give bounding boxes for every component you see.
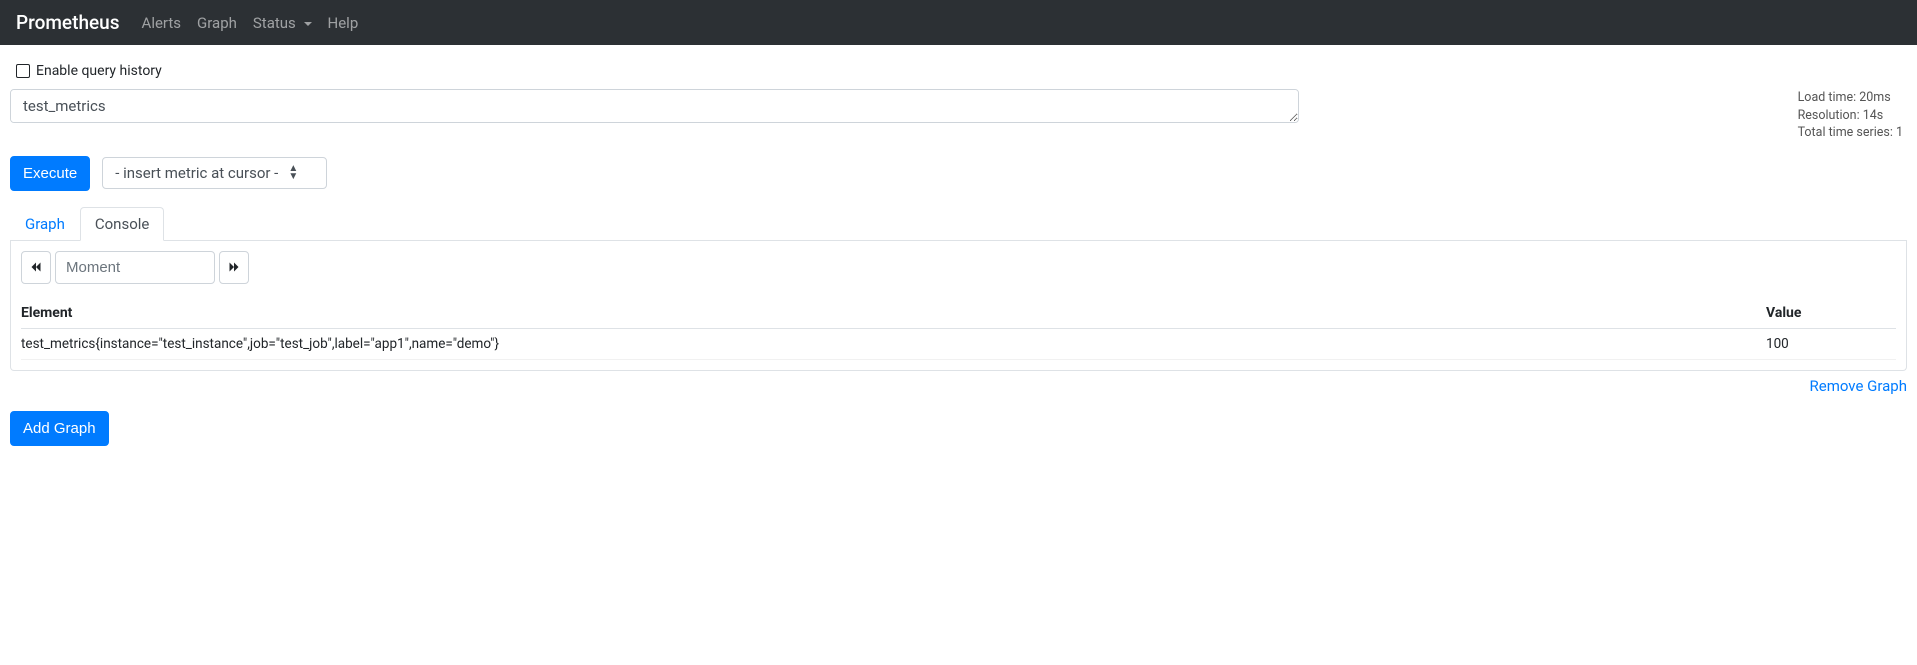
caret-down-icon xyxy=(304,22,312,26)
metric-select[interactable]: - insert metric at cursor - ▲▼ xyxy=(102,157,327,189)
double-chevron-right-icon xyxy=(228,261,240,273)
col-element: Element xyxy=(21,298,1766,329)
enable-history-label: Enable query history xyxy=(36,63,162,79)
brand[interactable]: Prometheus xyxy=(16,11,120,34)
execute-button[interactable]: Execute xyxy=(10,156,90,191)
expression-input[interactable] xyxy=(10,89,1299,123)
cell-value: 100 xyxy=(1766,328,1896,359)
cell-element: test_metrics{instance="test_instance",jo… xyxy=(21,328,1766,359)
stat-series: Total time series: 1 xyxy=(1798,124,1903,142)
double-chevron-left-icon xyxy=(30,261,42,273)
nav-alerts[interactable]: Alerts xyxy=(142,14,182,32)
nav-help[interactable]: Help xyxy=(328,14,359,32)
add-graph-button[interactable]: Add Graph xyxy=(10,411,109,446)
moment-input[interactable] xyxy=(55,251,215,284)
query-stats: Load time: 20ms Resolution: 14s Total ti… xyxy=(1798,89,1907,142)
nav-status-dropdown[interactable]: Status xyxy=(253,14,312,32)
nav-graph[interactable]: Graph xyxy=(197,14,237,32)
results-table: Element Value test_metrics{instance="tes… xyxy=(21,298,1896,360)
metric-select-label: - insert metric at cursor - xyxy=(115,164,278,182)
select-updown-icon: ▲▼ xyxy=(288,165,298,181)
nav-status-label: Status xyxy=(253,14,296,32)
tab-console[interactable]: Console xyxy=(80,207,165,241)
console-panel: Element Value test_metrics{instance="tes… xyxy=(10,241,1907,371)
col-value: Value xyxy=(1766,298,1896,329)
moment-prev-button[interactable] xyxy=(21,251,51,284)
enable-history-checkbox[interactable] xyxy=(16,64,30,78)
expression-wrapper xyxy=(10,89,1299,127)
moment-next-button[interactable] xyxy=(219,251,249,284)
navbar: Prometheus Alerts Graph Status Help xyxy=(0,0,1917,45)
stat-load-time: Load time: 20ms xyxy=(1798,89,1903,107)
table-row: test_metrics{instance="test_instance",jo… xyxy=(21,328,1896,359)
history-row: Enable query history xyxy=(12,61,1907,81)
stat-resolution: Resolution: 14s xyxy=(1798,107,1903,125)
tab-graph[interactable]: Graph xyxy=(10,207,80,241)
tabs: Graph Console xyxy=(10,207,1907,241)
remove-graph-link[interactable]: Remove Graph xyxy=(1810,377,1908,395)
